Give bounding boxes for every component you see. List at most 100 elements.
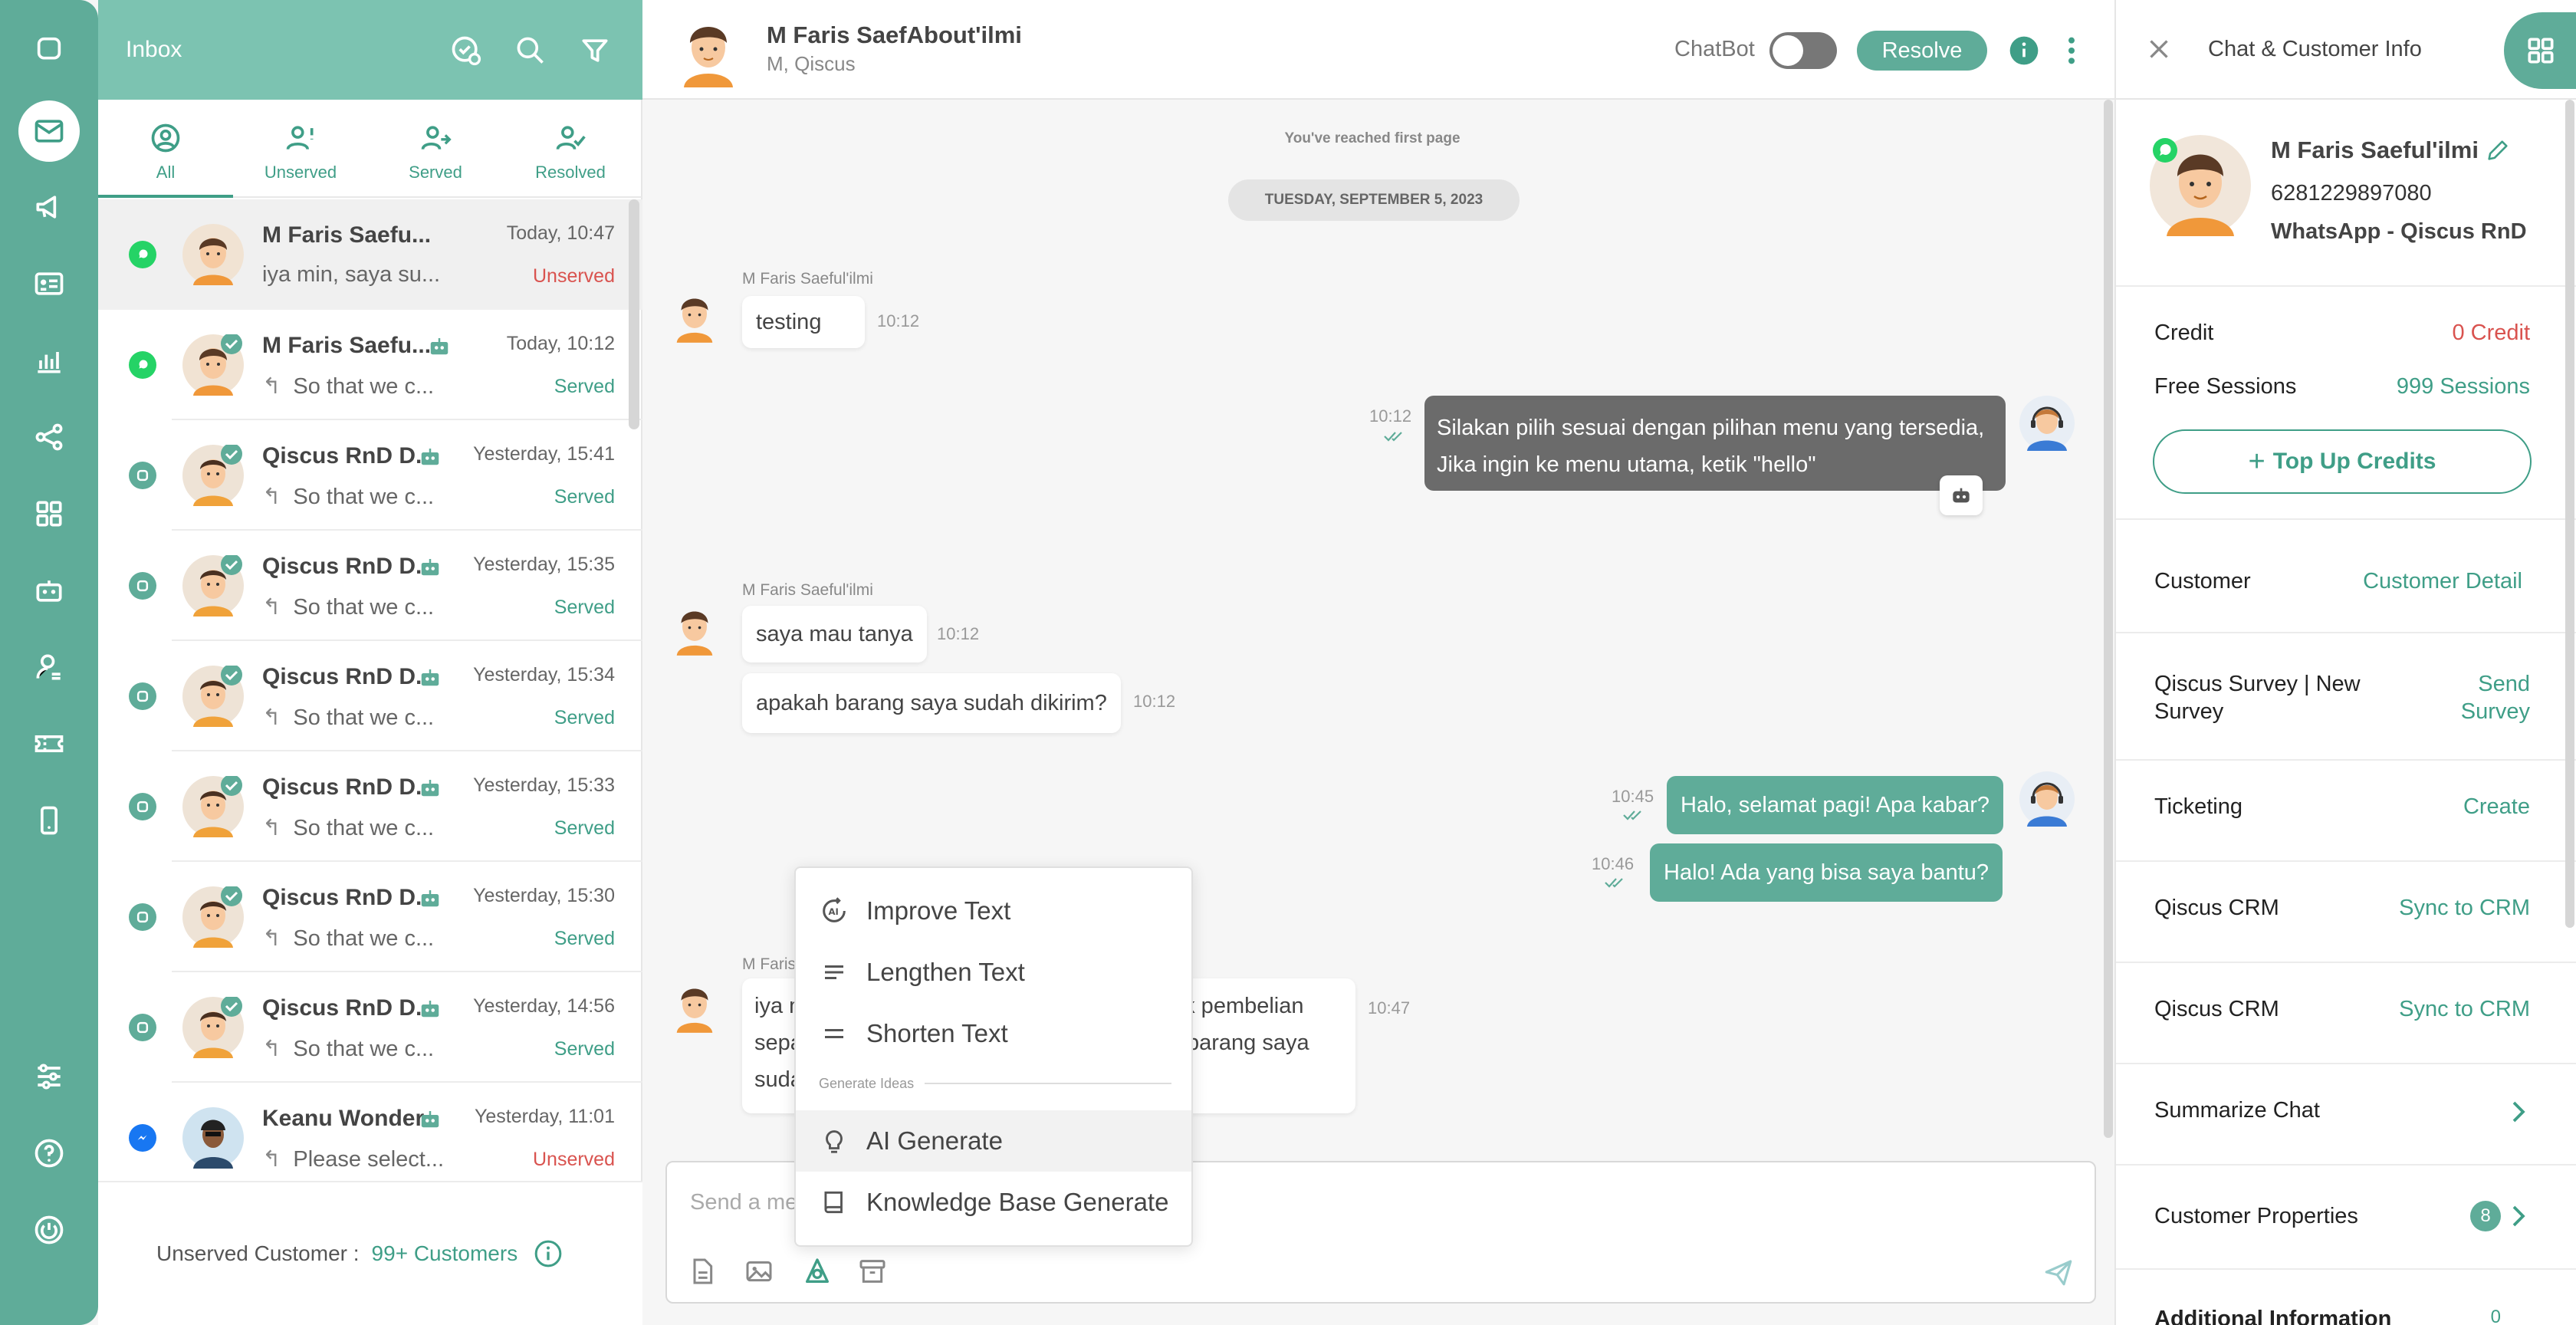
conversation-item[interactable]: Qiscus RnD D... Yesterday, 14:56 ↰ So th… (98, 972, 642, 1083)
menu-item-shorten-text[interactable]: Shorten Text (796, 1003, 1191, 1064)
whatsapp-icon (129, 241, 156, 268)
menu-item-improve-text[interactable]: AI Improve Text (796, 880, 1191, 942)
conversation-name: Qiscus RnD D... (262, 554, 435, 579)
avatar (182, 224, 244, 285)
user-circle-icon (151, 123, 180, 153)
bot-icon[interactable] (18, 560, 80, 621)
tab-served[interactable]: Served (368, 100, 503, 198)
conversation-item[interactable]: Qiscus RnD D... Yesterday, 15:41 ↰ So th… (98, 420, 642, 531)
tab-unserved[interactable]: Unserved (233, 100, 368, 198)
apps-grid-icon[interactable] (2504, 12, 2576, 89)
agent-message-bubble[interactable]: Halo! Ada yang bisa saya bantu? (1650, 843, 2003, 902)
customer-profile: M Faris Saeful'ilmi 6281229897080 WhatsA… (2116, 100, 2576, 287)
additional-label: Additional Information (2154, 1307, 2392, 1325)
create-ticket-link[interactable]: Create (2463, 794, 2530, 820)
edit-pencil-icon[interactable] (2485, 137, 2511, 163)
inbox-scrollbar[interactable] (629, 199, 639, 429)
search-icon[interactable] (511, 31, 550, 71)
conversation-item[interactable]: M Faris Saefu... Today, 10:12 ↰ So that … (98, 310, 642, 420)
conversation-preview: ↰ So that we c... (262, 814, 434, 841)
agent-avatar (2019, 771, 2075, 827)
conversation-item[interactable]: Keanu Wonder Yesterday, 11:01 ↰ Please s… (98, 1083, 642, 1181)
conversation-item[interactable]: M Faris Saefu... Today, 10:47 iya min, s… (98, 199, 642, 310)
equals-icon (817, 1017, 851, 1050)
credit-section: Credit 0 Credit Free Sessions 999 Sessio… (2116, 287, 2576, 520)
unserved-count-link[interactable]: 99+ Customers (372, 1241, 518, 1266)
mobile-icon[interactable] (18, 790, 80, 851)
message-time: 10:12 (877, 311, 920, 330)
crm-row: Qiscus CRM Sync to CRM (2116, 862, 2576, 963)
ai-assist-icon[interactable] (802, 1256, 833, 1287)
message-bubble[interactable]: apakah barang saya sudah dikirim? (742, 673, 1121, 733)
info-header: Chat & Customer Info (2116, 0, 2576, 100)
sender-name: M Faris (742, 955, 796, 973)
message-input[interactable]: Send a me (690, 1190, 797, 1215)
read-ticks-icon (1623, 810, 1641, 820)
inbox-icon[interactable] (18, 100, 80, 162)
status-badge: Served (554, 707, 615, 728)
help-icon[interactable] (18, 1123, 80, 1184)
settings-sliders-icon[interactable] (18, 1046, 80, 1107)
menu-item-knowledge-base-generate[interactable]: Knowledge Base Generate (796, 1172, 1191, 1233)
menu-item-ai-generate[interactable]: AI Generate (796, 1110, 1191, 1172)
user-served-icon (421, 126, 452, 150)
contact-card-icon[interactable] (18, 253, 80, 314)
preview-text: So that we c... (293, 595, 435, 620)
conversation-item[interactable]: Qiscus RnD D... Yesterday, 15:34 ↰ So th… (98, 641, 642, 751)
more-menu-icon[interactable] (2065, 35, 2078, 66)
additional-count: 0 (2490, 1307, 2501, 1325)
contact-avatar[interactable] (675, 14, 742, 87)
message-time: 10:12 (937, 624, 980, 643)
info-icon[interactable] (533, 1238, 564, 1269)
conversation-item[interactable]: Qiscus RnD D... Yesterday, 15:35 ↰ So th… (98, 531, 642, 641)
avatar (182, 886, 244, 948)
check-status-icon[interactable] (446, 31, 486, 71)
archive-icon[interactable] (857, 1256, 888, 1287)
flow-icon[interactable] (18, 406, 80, 468)
preview-text: So that we c... (293, 926, 435, 951)
ticket-icon[interactable] (18, 713, 80, 774)
analytics-icon[interactable] (18, 330, 80, 391)
tab-resolved[interactable]: Resolved (503, 100, 638, 198)
menu-item-lengthen-text[interactable]: Lengthen Text (796, 942, 1191, 1003)
document-icon[interactable] (687, 1256, 718, 1287)
menu-item-label: AI Generate (866, 1126, 1003, 1155)
agent-message-bubble[interactable]: Halo, selamat pagi! Apa kabar? (1667, 776, 2004, 834)
nav-rail (0, 0, 98, 1325)
conversation-item[interactable]: Qiscus RnD D... Yesterday, 15:33 ↰ So th… (98, 751, 642, 862)
message-fragment: barang saya (1187, 1031, 1309, 1055)
chatbot-toggle[interactable] (1769, 32, 1837, 69)
send-survey-link[interactable]: Send Survey (2461, 670, 2530, 725)
bot-icon (421, 669, 439, 686)
send-icon[interactable] (2042, 1256, 2075, 1288)
unserved-summary: Unserved Customer : 99+ Customers (98, 1181, 642, 1325)
close-icon[interactable] (2145, 35, 2173, 63)
chat-scrollbar[interactable] (2104, 100, 2113, 1138)
top-up-credits-button[interactable]: + Top Up Credits (2153, 429, 2532, 494)
agent-icon[interactable] (18, 636, 80, 698)
conversation-name: Qiscus RnD D... (262, 443, 435, 469)
customer-detail-link[interactable]: Customer Detail (2363, 569, 2522, 594)
image-icon[interactable] (744, 1256, 774, 1287)
message-bubble[interactable]: testing (742, 296, 865, 348)
inbox-panel: Inbox All Unserved Served Resolved M Far… (98, 0, 642, 1325)
additional-info-row[interactable]: Additional Information 0 (2116, 1270, 2576, 1325)
filter-icon[interactable] (575, 31, 615, 71)
conversation-time: Today, 10:12 (506, 333, 615, 354)
avatar (182, 1107, 244, 1169)
sync-crm-link[interactable]: Sync to CRM (2399, 896, 2530, 921)
customer-properties-row[interactable]: Customer Properties 8 (2116, 1166, 2576, 1270)
bot-message-bubble[interactable]: Silakan pilih sesuai dengan pilihan menu… (1424, 396, 2006, 491)
chat-square-icon[interactable] (18, 18, 80, 80)
megaphone-icon[interactable] (18, 176, 80, 238)
summarize-chat-row[interactable]: Summarize Chat (2116, 1064, 2576, 1166)
power-icon[interactable] (18, 1199, 80, 1261)
info-icon[interactable] (2009, 35, 2039, 66)
resolve-button[interactable]: Resolve (1857, 31, 1987, 71)
sync-crm-link[interactable]: Sync to CRM (2399, 997, 2530, 1022)
message-bubble[interactable]: saya mau tanya (742, 606, 927, 662)
apps-icon[interactable] (18, 483, 80, 544)
info-scrollbar[interactable] (2565, 100, 2574, 928)
conversation-item[interactable]: Qiscus RnD D... Yesterday, 15:30 ↰ So th… (98, 862, 642, 972)
tab-all[interactable]: All (98, 100, 233, 198)
